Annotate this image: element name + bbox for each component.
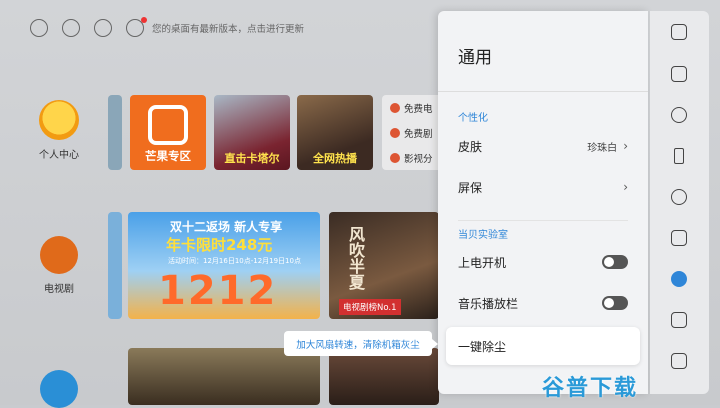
bell-icon[interactable] bbox=[671, 189, 687, 205]
screensaver-label: 屏保 bbox=[458, 180, 483, 195]
category-icon bbox=[390, 152, 400, 163]
tv-icon bbox=[390, 127, 400, 138]
dust-tooltip: 加大风扇转速，清除机箱灰尘 bbox=[284, 331, 438, 356]
promo-line3: 活动时间：12月16日10点-12月19日10点 bbox=[168, 257, 301, 265]
hot-caption: 全网热播 bbox=[313, 152, 357, 165]
display-icon[interactable] bbox=[671, 24, 687, 40]
apps-icon[interactable] bbox=[671, 312, 687, 328]
music-bar-toggle[interactable] bbox=[602, 296, 628, 310]
divider bbox=[458, 220, 628, 221]
free-content-list[interactable]: 免费电 免费剧 影视分 bbox=[382, 95, 442, 170]
watermark: 谷普下载 bbox=[542, 376, 639, 401]
drama-title: 风吹半夏 bbox=[346, 226, 365, 290]
screensaver-row[interactable]: 屏保 › bbox=[446, 168, 640, 206]
hot-card[interactable]: 全网热播 bbox=[297, 95, 373, 170]
mango-logo-icon bbox=[148, 105, 188, 145]
bluetooth-icon[interactable] bbox=[674, 148, 684, 164]
personal-center-item[interactable]: 个人中心 bbox=[28, 100, 90, 161]
smile-icon[interactable] bbox=[671, 271, 687, 287]
list-item[interactable]: 影视分 bbox=[382, 145, 442, 170]
promo-banner[interactable]: 双十二返场 新人专享 年卡限时248元 活动时间：12月16日10点-12月19… bbox=[128, 212, 320, 319]
qatar-caption: 直击卡塔尔 bbox=[224, 152, 280, 165]
chevron-right-icon: › bbox=[623, 180, 628, 194]
input-icon[interactable] bbox=[671, 230, 687, 246]
tv-series-item[interactable]: 电视剧 bbox=[28, 236, 90, 295]
movie-icon bbox=[390, 102, 400, 113]
drama-card[interactable]: 风吹半夏 电视剧榜No.1 bbox=[329, 212, 439, 319]
skin-value: 珍珠白 bbox=[587, 142, 618, 154]
qatar-card[interactable]: 直击卡塔尔 bbox=[214, 95, 290, 170]
divider bbox=[438, 91, 648, 92]
update-notice[interactable]: 您的桌面有最新版本，点击进行更新 bbox=[152, 21, 304, 35]
mango-caption: 芒果专区 bbox=[145, 149, 191, 163]
list-item[interactable]: 免费剧 bbox=[382, 120, 442, 145]
settings-icon-rail bbox=[650, 11, 709, 394]
panel-title: 通用 bbox=[458, 48, 492, 68]
picture-icon[interactable] bbox=[671, 66, 687, 82]
dust-clean-label: 一键除尘 bbox=[458, 339, 507, 354]
promo-line2: 年卡限时248元 bbox=[166, 236, 273, 254]
chevron-right-icon: › bbox=[623, 139, 628, 153]
search-icon[interactable] bbox=[62, 19, 80, 37]
music-bar-row[interactable]: 音乐播放栏 bbox=[446, 284, 640, 322]
app-store-icon bbox=[40, 370, 78, 408]
promo-big-number: 1212 bbox=[158, 268, 278, 314]
refresh-icon[interactable] bbox=[94, 19, 112, 37]
list-item[interactable]: 免费电 bbox=[382, 95, 442, 120]
content-card[interactable] bbox=[329, 348, 439, 405]
mango-zone-card[interactable]: 芒果专区 bbox=[130, 95, 206, 170]
settings-panel: 通用 个性化 皮肤 珍珠白 › 屏保 › 当贝实验室 上电开机 音乐播放栏 一键… bbox=[438, 11, 648, 394]
personal-center-label: 个人中心 bbox=[39, 150, 79, 161]
content-card-partial[interactable] bbox=[108, 95, 122, 170]
avatar bbox=[39, 100, 79, 140]
section-personalize: 个性化 bbox=[458, 113, 488, 124]
message-icon[interactable] bbox=[126, 17, 147, 37]
skin-row[interactable]: 皮肤 珍珠白 › bbox=[446, 127, 640, 165]
content-card[interactable] bbox=[128, 348, 320, 405]
section-lab: 当贝实验室 bbox=[458, 230, 508, 241]
music-bar-label: 音乐播放栏 bbox=[458, 296, 519, 311]
drama-rank-tag: 电视剧榜No.1 bbox=[339, 299, 401, 315]
top-bar: 您的桌面有最新版本，点击进行更新 bbox=[30, 16, 304, 40]
tv-icon bbox=[40, 236, 78, 274]
skin-label: 皮肤 bbox=[458, 139, 483, 154]
content-card-partial[interactable] bbox=[108, 212, 122, 319]
tv-series-label: 电视剧 bbox=[44, 284, 74, 295]
app-store-item[interactable] bbox=[28, 370, 90, 408]
info-icon[interactable] bbox=[671, 353, 687, 369]
promo-line1: 双十二返场 新人专享 bbox=[170, 220, 283, 234]
dust-clean-row[interactable]: 一键除尘 bbox=[446, 327, 640, 365]
settings-icon[interactable] bbox=[30, 19, 48, 37]
power-on-label: 上电开机 bbox=[458, 255, 507, 270]
power-on-toggle[interactable] bbox=[602, 255, 628, 269]
planet-icon[interactable] bbox=[671, 107, 687, 123]
power-on-row[interactable]: 上电开机 bbox=[446, 243, 640, 281]
